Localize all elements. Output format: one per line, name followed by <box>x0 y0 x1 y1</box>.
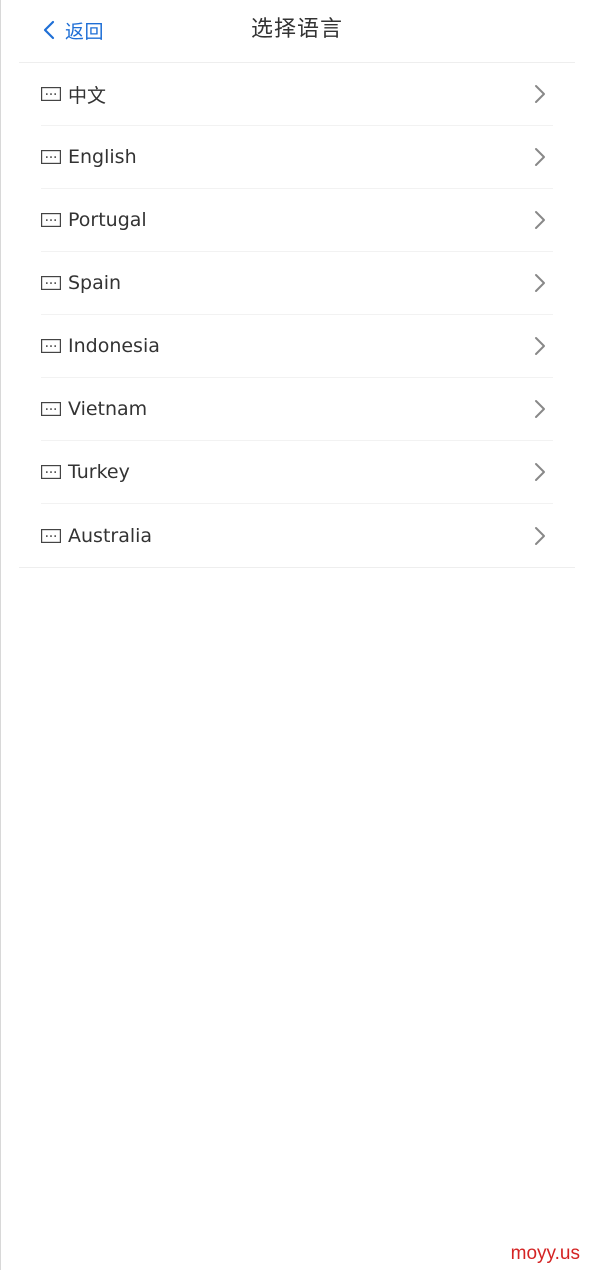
chevron-right-icon <box>535 337 545 355</box>
language-label: Turkey <box>68 461 130 483</box>
language-item[interactable]: Vietnam <box>19 378 575 441</box>
language-item-row: English <box>41 126 553 189</box>
language-item[interactable]: Spain <box>19 252 575 315</box>
app-frame: 返回 选择语言 中文 English Portugal Spain Indonesia V… <box>0 0 589 1270</box>
language-label: Australia <box>68 524 153 547</box>
language-item[interactable]: 中文 <box>19 63 575 126</box>
language-item-row: Portugal <box>41 189 553 252</box>
language-item[interactable]: Portugal <box>19 189 575 252</box>
language-item-row: 中文 <box>41 63 553 126</box>
language-item-row: Indonesia <box>41 315 553 378</box>
language-item[interactable]: Australia <box>19 504 575 567</box>
language-label: Vietnam <box>68 398 148 420</box>
language-list: 中文 English Portugal Spain Indonesia Vietnam Tu… <box>19 63 575 568</box>
keyboard-icon <box>41 402 61 416</box>
keyboard-icon <box>41 528 61 543</box>
language-item-row: Turkey <box>41 441 553 504</box>
chevron-right-icon <box>535 211 545 229</box>
chevron-right-icon <box>535 526 545 545</box>
language-item[interactable]: English <box>19 126 575 189</box>
language-item-row: Vietnam <box>41 378 553 441</box>
keyboard-icon <box>41 150 61 164</box>
chevron-right-icon <box>535 400 545 418</box>
keyboard-icon <box>41 276 61 290</box>
chevron-right-icon <box>535 148 545 166</box>
language-item[interactable]: Turkey <box>19 441 575 504</box>
page-title: 选择语言 <box>250 17 343 42</box>
language-label: Spain <box>68 272 122 294</box>
nav-bar: 返回 选择语言 <box>19 0 575 63</box>
keyboard-icon <box>41 339 61 353</box>
keyboard-icon <box>41 87 61 101</box>
keyboard-icon <box>41 465 61 479</box>
language-label: Indonesia <box>68 335 160 357</box>
language-label: 中文 <box>68 84 107 107</box>
chevron-right-icon <box>535 274 545 292</box>
chevron-right-icon <box>535 463 545 481</box>
language-item[interactable]: Indonesia <box>19 315 575 378</box>
language-item-row: Spain <box>41 252 553 315</box>
language-item-row: Australia <box>41 504 553 567</box>
chevron-right-icon <box>535 85 545 103</box>
keyboard-icon <box>41 213 61 227</box>
watermark: moyy.us <box>510 1243 580 1264</box>
language-label: Portugal <box>68 209 147 231</box>
language-label: English <box>68 146 137 168</box>
